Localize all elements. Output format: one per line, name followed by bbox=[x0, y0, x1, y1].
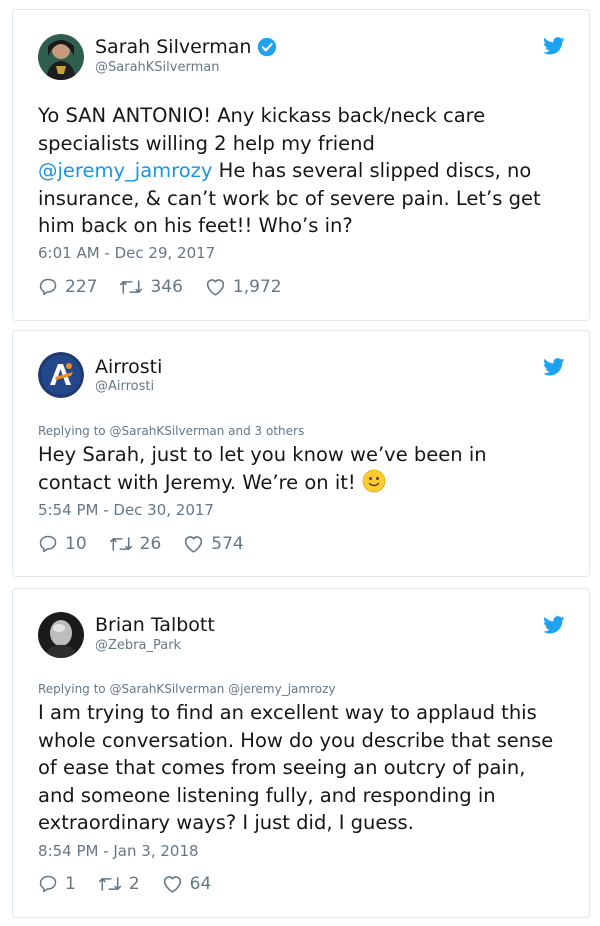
retweet-button[interactable]: 346 bbox=[119, 277, 183, 297]
author-name[interactable]: Brian Talbott bbox=[95, 614, 215, 636]
retweet-icon bbox=[120, 280, 143, 294]
tweet-actions: 10 26 574 bbox=[38, 534, 266, 554]
author-name[interactable]: Sarah Silverman bbox=[95, 36, 251, 58]
tweet-timestamp[interactable]: 5:54 PM - Dec 30, 2017 bbox=[38, 501, 214, 519]
retweet-count: 346 bbox=[150, 277, 183, 297]
tweet-text: Hey Sarah, just to let you know we’ve be… bbox=[38, 443, 487, 494]
heart-icon bbox=[163, 876, 181, 893]
like-count: 64 bbox=[189, 874, 212, 894]
retweet-button[interactable]: 26 bbox=[109, 534, 162, 554]
reply-button[interactable]: 1 bbox=[38, 874, 76, 894]
reply-button[interactable]: 10 bbox=[38, 534, 87, 554]
retweet-count: 26 bbox=[139, 534, 162, 554]
tweet-card[interactable]: Brian Talbott @Zebra_Park Replying to @S… bbox=[12, 588, 590, 918]
like-button[interactable]: 64 bbox=[162, 874, 212, 894]
retweet-icon bbox=[109, 537, 132, 551]
tweet-actions: 1 2 64 bbox=[38, 874, 233, 894]
tweet-text: Yo SAN ANTONIO! Any kickass back/neck ca… bbox=[38, 104, 541, 237]
heart-icon bbox=[206, 279, 225, 296]
avatar[interactable] bbox=[38, 34, 84, 80]
avatar[interactable] bbox=[38, 612, 84, 658]
tweet-text: I am trying to find an excellent way to … bbox=[38, 701, 554, 834]
tweet-card[interactable]: Airrosti @Airrosti Replying to @SarahKSi… bbox=[12, 330, 590, 577]
replying-to[interactable]: Replying to @SarahKSilverman @jeremy_jam… bbox=[38, 682, 336, 696]
retweet-button[interactable]: 2 bbox=[98, 874, 140, 894]
reply-icon bbox=[39, 535, 57, 553]
twitter-bird-icon[interactable] bbox=[543, 616, 565, 634]
mention-link[interactable]: @jeremy_jamrozy bbox=[38, 159, 212, 182]
tweet-actions: 227 346 1,972 bbox=[38, 277, 304, 297]
like-count: 574 bbox=[211, 534, 244, 554]
retweet-count: 2 bbox=[128, 874, 140, 894]
author-handle[interactable]: @Airrosti bbox=[95, 379, 154, 394]
reply-count: 227 bbox=[65, 277, 98, 297]
slightly-smiling-face-icon bbox=[362, 469, 386, 492]
author-name[interactable]: Airrosti bbox=[95, 356, 162, 378]
author-handle[interactable]: @SarahKSilverman bbox=[95, 60, 219, 75]
author-handle[interactable]: @Zebra_Park bbox=[95, 638, 181, 653]
like-button[interactable]: 1,972 bbox=[205, 277, 282, 297]
reply-icon bbox=[39, 278, 57, 296]
tweet-timestamp[interactable]: 8:54 PM - Jan 3, 2018 bbox=[38, 842, 199, 860]
reply-count: 1 bbox=[65, 874, 76, 894]
tweet-card[interactable]: Sarah Silverman @SarahKSilverman Yo SAN … bbox=[12, 9, 590, 321]
reply-icon bbox=[39, 875, 57, 893]
verified-badge-icon bbox=[258, 37, 277, 57]
like-button[interactable]: 574 bbox=[183, 534, 244, 554]
reply-count: 10 bbox=[65, 534, 87, 554]
reply-button[interactable]: 227 bbox=[38, 277, 97, 297]
heart-icon bbox=[185, 536, 203, 553]
tweet-timestamp[interactable]: 6:01 AM - Dec 29, 2017 bbox=[38, 244, 215, 262]
replying-to[interactable]: Replying to @SarahKSilverman and 3 other… bbox=[38, 424, 304, 438]
twitter-bird-icon[interactable] bbox=[543, 37, 565, 55]
retweet-icon bbox=[98, 877, 121, 891]
like-count: 1,972 bbox=[232, 277, 282, 297]
twitter-bird-icon[interactable] bbox=[543, 358, 565, 376]
avatar[interactable] bbox=[38, 352, 84, 398]
